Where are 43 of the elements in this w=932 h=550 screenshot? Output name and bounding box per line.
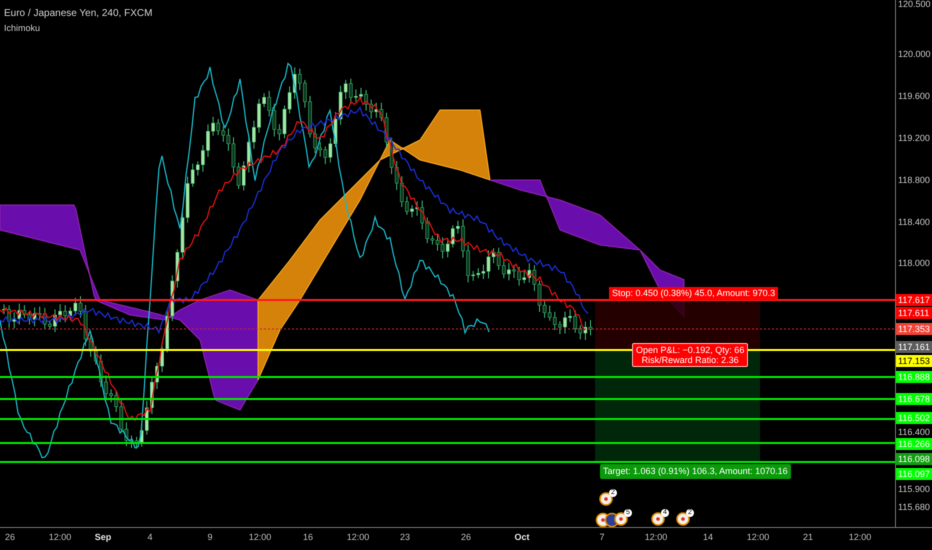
price-badge: 117.353 — [896, 323, 932, 335]
time-label: 14 — [703, 533, 713, 542]
pnl-label: Open P&L: −0.192, Qty: 66 Risk/Reward Ratio: 2.36 — [632, 343, 748, 367]
time-label: 12:00 — [48, 533, 72, 542]
price-badge: 116.678 — [896, 393, 932, 405]
time-label: 12:00 — [848, 533, 872, 542]
indicator-label: Ichimoku — [4, 24, 42, 33]
time-label: Oct — [514, 533, 530, 542]
price-tick-label: 118.400 — [897, 216, 931, 228]
time-label: 12:00 — [644, 533, 668, 542]
price-tick-label: 116.400 — [897, 426, 931, 438]
price-badge: 116.097 — [896, 468, 932, 480]
time-label: 23 — [400, 533, 410, 542]
stop-label: Stop: 0.450 (0.38%) 45.0, Amount: 970.3 — [609, 287, 778, 300]
time-label: Sep — [94, 533, 112, 542]
time-label: 12:00 — [746, 533, 770, 542]
price-tick-label: 119.200 — [897, 132, 931, 144]
price-badge: 117.611 — [896, 307, 932, 319]
chart-title: Euro / Japanese Yen, 240, FXCM — [4, 9, 152, 19]
time-label: 26 — [461, 533, 471, 542]
price-tick-label: 118.000 — [897, 257, 931, 269]
time-label: 16 — [303, 533, 313, 542]
price-badge: 116.266 — [896, 438, 932, 450]
price-tick-label: 120.000 — [897, 48, 932, 60]
time-label: 21 — [803, 533, 813, 542]
price-badge: 116.888 — [896, 371, 932, 383]
time-label: 7 — [600, 533, 604, 542]
price-tick-label: 115.680 — [897, 501, 931, 513]
time-label: 26 — [5, 533, 15, 542]
target-label: Target: 1.063 (0.91%) 106.3, Amount: 1070.16 — [600, 464, 791, 479]
time-label: 12:00 — [346, 533, 370, 542]
price-tick-label: 115.900 — [897, 483, 931, 495]
price-badge: 117.161 — [896, 341, 932, 353]
time-label: 12:00 — [248, 533, 272, 542]
price-badge: 117.153 — [896, 355, 932, 367]
time-label: 4 — [148, 533, 152, 542]
price-badge: 116.502 — [896, 412, 932, 424]
time-label: 9 — [208, 533, 212, 542]
price-tick-label: 119.600 — [897, 90, 931, 102]
price-badge: 116.098 — [896, 453, 932, 465]
price-tick-label: 118.800 — [897, 174, 931, 186]
price-badge: 117.617 — [896, 294, 932, 306]
price-tick-label: 120.500 — [897, 0, 932, 10]
